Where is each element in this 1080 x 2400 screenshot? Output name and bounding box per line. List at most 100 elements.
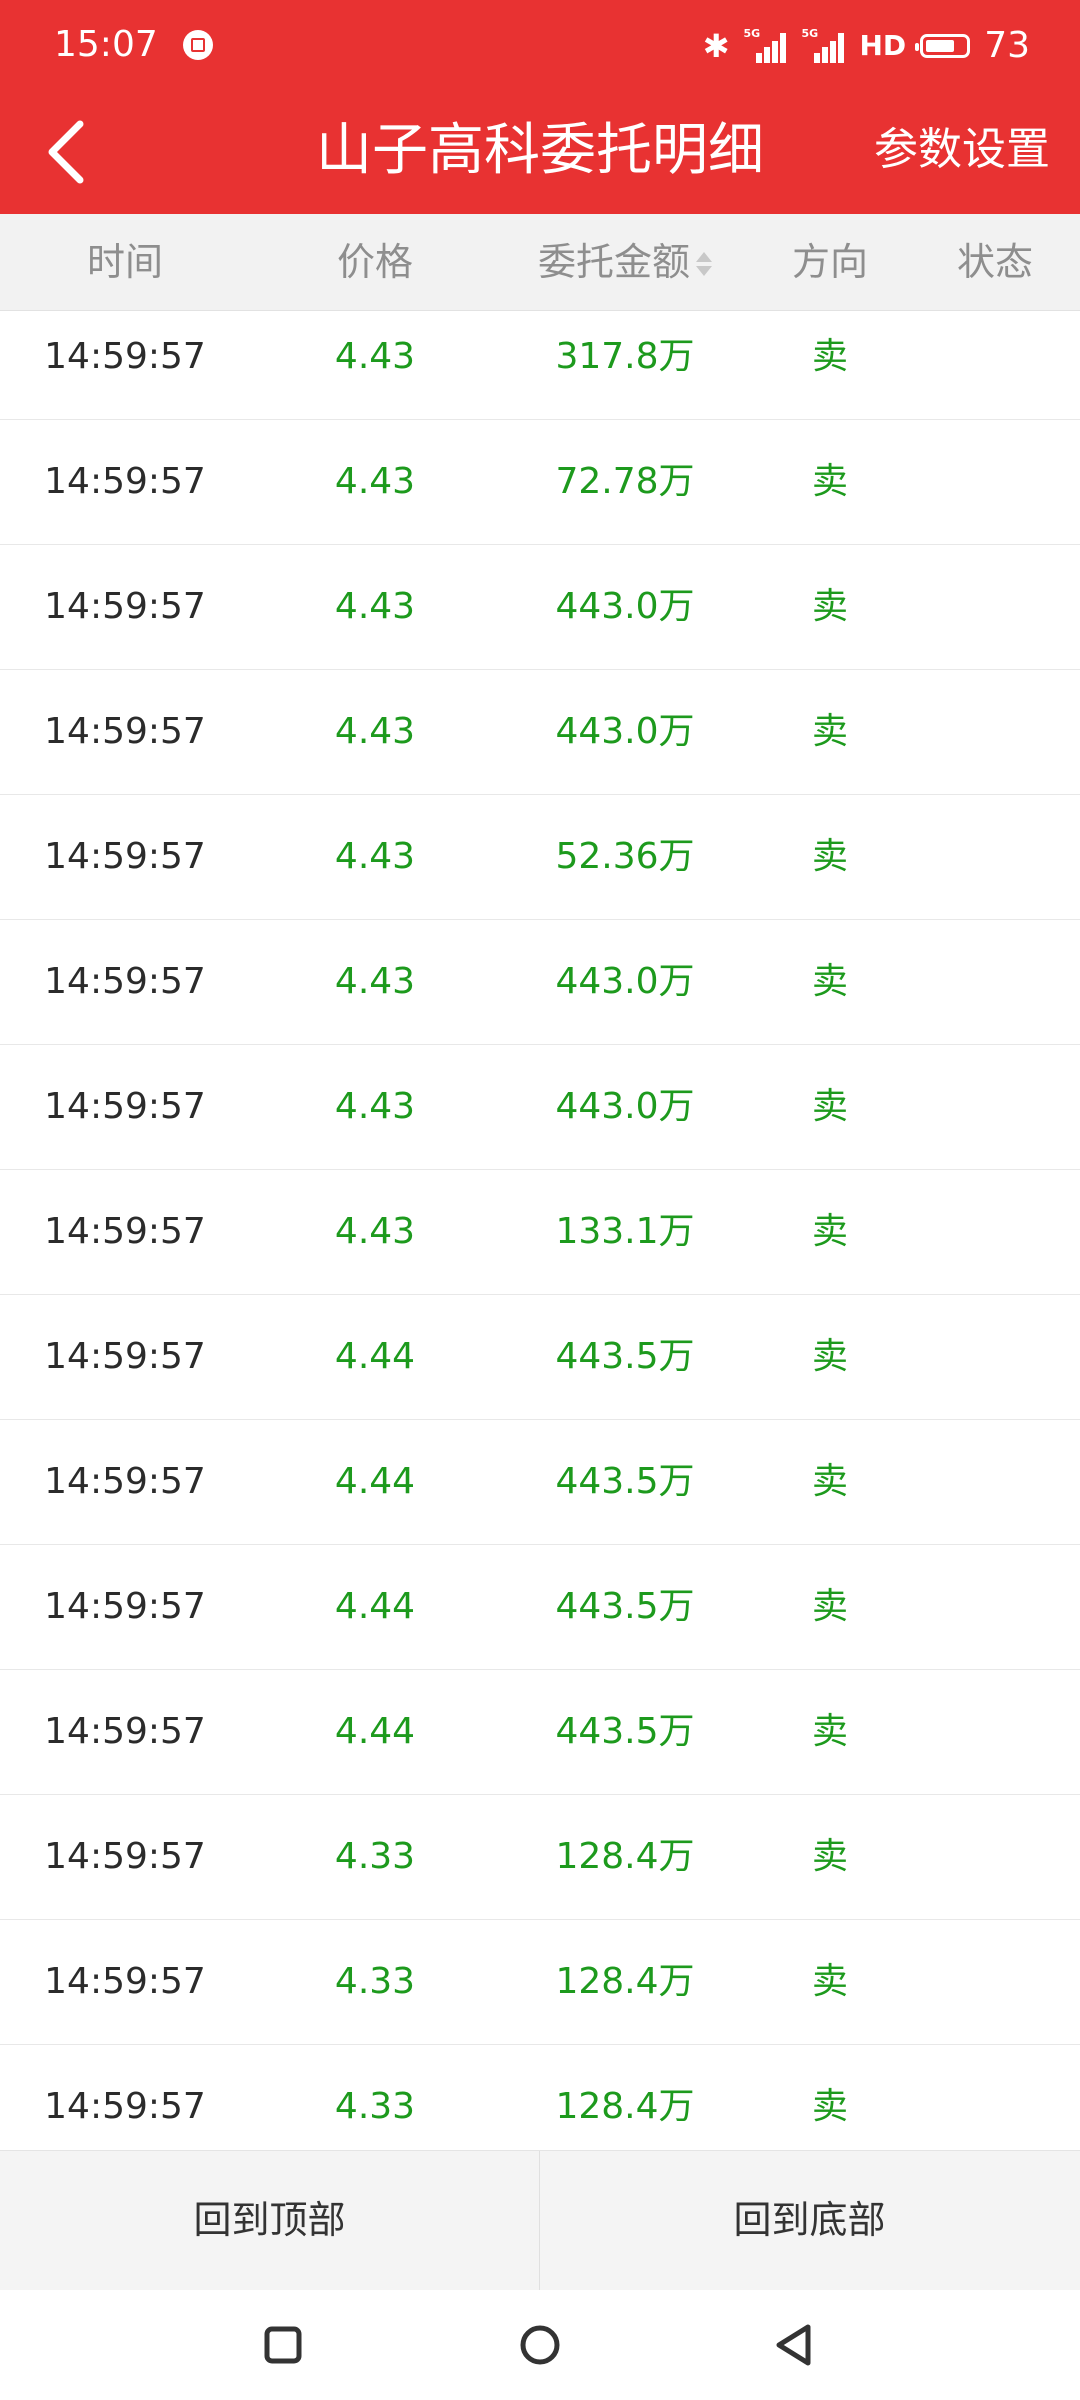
direction-cell: 卖 <box>811 961 848 1002</box>
time-cell: 14:59:57 <box>44 336 206 377</box>
amount-cell: 443.0万 <box>555 711 695 752</box>
status-time: 15:07 <box>54 24 158 65</box>
price-cell: 4.33 <box>334 2086 416 2127</box>
price-cell: 4.33 <box>334 1836 416 1877</box>
direction-cell: 卖 <box>811 836 848 877</box>
time-cell: 14:59:57 <box>44 1086 206 1127</box>
home-icon <box>520 2325 560 2365</box>
amount-cell: 443.0万 <box>555 961 695 1002</box>
amount-cell: 128.4万 <box>555 2086 695 2127</box>
amount-cell: 443.5万 <box>555 1711 695 1752</box>
time-cell: 14:59:57 <box>44 2086 206 2127</box>
nav-back-button[interactable] <box>758 2310 828 2380</box>
time-cell: 14:59:57 <box>44 836 206 877</box>
bluetooth-icon: ✱ <box>702 27 730 65</box>
direction-cell: 卖 <box>811 1836 848 1877</box>
app-notification-icon <box>183 30 213 60</box>
table-row[interactable]: 14:59:57 4.44 443.5万 卖 <box>0 1545 1080 1670</box>
direction-cell: 卖 <box>811 1586 848 1627</box>
scroll-to-top-button[interactable]: 回到顶部 <box>0 2151 539 2290</box>
table-header: 时间 价格 委托金额 方向 状态 <box>0 214 1080 311</box>
table-row[interactable]: 14:59:57 4.43 443.0万 卖 <box>0 1045 1080 1170</box>
amount-cell: 128.4万 <box>555 1836 695 1877</box>
direction-cell: 卖 <box>811 586 848 627</box>
sort-icon <box>694 249 712 281</box>
amount-cell: 443.5万 <box>555 1461 695 1502</box>
time-cell: 14:59:57 <box>44 461 206 502</box>
back-button[interactable] <box>30 112 110 192</box>
table-row[interactable]: 14:59:57 4.43 72.78万 卖 <box>0 420 1080 545</box>
page: 15:07 ✱ 5G 5G HD 73 山子高科委托明细 参数设置 时间 价格 … <box>0 0 1080 2400</box>
signal-label: 5G <box>801 27 819 40</box>
column-header-time[interactable]: 时间 <box>0 214 250 310</box>
time-cell: 14:59:57 <box>44 961 206 1002</box>
column-header-amount[interactable]: 委托金额 <box>490 214 760 310</box>
table-row[interactable]: 14:59:57 4.43 443.0万 卖 <box>0 670 1080 795</box>
table-row[interactable]: 14:59:57 4.44 443.5万 卖 <box>0 1670 1080 1795</box>
table-row[interactable]: 14:59:57 4.33 128.4万 卖 <box>0 1795 1080 1920</box>
direction-cell: 卖 <box>811 2086 848 2127</box>
table-row[interactable]: 14:59:57 4.43 317.8万 卖 <box>0 311 1080 420</box>
amount-cell: 72.78万 <box>555 461 695 502</box>
column-header-status[interactable]: 状态 <box>920 214 1070 310</box>
back-icon <box>776 2324 811 2366</box>
signal-icon: 5G <box>801 27 846 63</box>
scroll-to-bottom-button[interactable]: 回到底部 <box>540 2151 1079 2290</box>
time-cell: 14:59:57 <box>44 711 206 752</box>
time-cell: 14:59:57 <box>44 1211 206 1252</box>
battery-icon <box>915 34 971 58</box>
table-body[interactable]: 14:59:57 4.43 317.8万卖 14:59:57 4.43 72.78万卖 14… <box>0 311 1080 2150</box>
price-cell: 4.43 <box>334 461 416 502</box>
time-cell: 14:59:57 <box>44 1711 206 1752</box>
column-header-amount-label: 委托金额 <box>537 240 690 284</box>
direction-cell: 卖 <box>811 1086 848 1127</box>
chevron-left-icon <box>48 120 84 184</box>
amount-cell: 128.4万 <box>555 1961 695 2002</box>
price-cell: 4.43 <box>334 836 416 877</box>
amount-cell: 443.5万 <box>555 1586 695 1627</box>
price-cell: 4.43 <box>334 711 416 752</box>
price-cell: 4.44 <box>334 1336 416 1377</box>
table-row[interactable]: 14:59:57 4.33 128.4万 卖 <box>0 2045 1080 2150</box>
battery-level: 73 <box>984 25 1030 66</box>
time-cell: 14:59:57 <box>44 1336 206 1377</box>
table-row[interactable]: 14:59:57 4.43 443.0万 卖 <box>0 545 1080 670</box>
status-bar: 15:07 ✱ 5G 5G HD 73 <box>0 0 1080 92</box>
table-row[interactable]: 14:59:57 4.33 128.4万 卖 <box>0 1920 1080 2045</box>
amount-cell: 317.8万 <box>555 336 695 377</box>
settings-button[interactable]: 参数设置 <box>874 92 1050 208</box>
price-cell: 4.43 <box>334 961 416 1002</box>
table-row[interactable]: 14:59:57 4.44 443.5万 卖 <box>0 1295 1080 1420</box>
bottom-action-bar: 回到顶部 回到底部 <box>0 2150 1080 2290</box>
signal-label: 5G <box>743 27 761 40</box>
direction-cell: 卖 <box>811 1211 848 1252</box>
direction-cell: 卖 <box>811 1461 848 1502</box>
time-cell: 14:59:57 <box>44 1961 206 2002</box>
price-cell: 4.44 <box>334 1461 416 1502</box>
time-cell: 14:59:57 <box>44 1461 206 1502</box>
signal-icon: 5G <box>743 27 788 63</box>
status-indicators: ✱ 5G 5G HD 73 <box>703 22 1030 70</box>
home-button[interactable] <box>505 2310 575 2380</box>
hd-indicator: HD <box>859 29 907 62</box>
price-cell: 4.43 <box>334 1086 416 1127</box>
direction-cell: 卖 <box>811 711 848 752</box>
table-row[interactable]: 14:59:57 4.44 443.5万 卖 <box>0 1420 1080 1545</box>
direction-cell: 卖 <box>811 336 848 377</box>
top-header-area: 15:07 ✱ 5G 5G HD 73 山子高科委托明细 参数设置 <box>0 0 1080 214</box>
price-cell: 4.44 <box>334 1586 416 1627</box>
amount-cell: 52.36万 <box>555 836 695 877</box>
direction-cell: 卖 <box>811 1961 848 2002</box>
table-row[interactable]: 14:59:57 4.43 443.0万 卖 <box>0 920 1080 1045</box>
time-cell: 14:59:57 <box>44 586 206 627</box>
column-header-price[interactable]: 价格 <box>300 214 450 310</box>
time-cell: 14:59:57 <box>44 1586 206 1627</box>
column-header-direction[interactable]: 方向 <box>760 214 900 310</box>
table-row[interactable]: 14:59:57 4.43 52.36万 卖 <box>0 795 1080 920</box>
table-row[interactable]: 14:59:57 4.43 133.1万 卖 <box>0 1170 1080 1295</box>
amount-cell: 443.5万 <box>555 1336 695 1377</box>
price-cell: 4.44 <box>334 1711 416 1752</box>
recent-apps-button[interactable] <box>248 2310 318 2380</box>
direction-cell: 卖 <box>811 1711 848 1752</box>
price-cell: 4.43 <box>334 1211 416 1252</box>
